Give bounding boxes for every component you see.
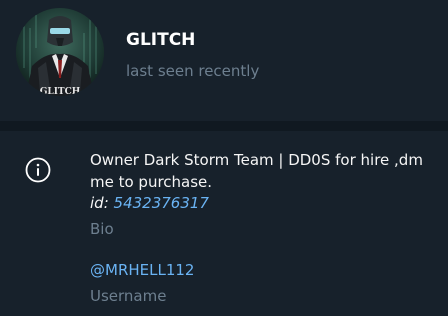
username-caption: Username <box>90 287 167 305</box>
username-link[interactable]: @MRHELL112 <box>90 261 194 279</box>
bio-text: Owner Dark Storm Team | DD0S for hire ,d… <box>90 151 423 191</box>
section-divider <box>0 121 448 131</box>
bio-caption: Bio <box>90 220 114 238</box>
id-value-link[interactable]: 5432376317 <box>114 194 209 212</box>
avatar-image: GLITCH <box>16 8 104 96</box>
profile-name: GLITCH <box>126 30 196 50</box>
info-circle-icon <box>24 156 52 184</box>
user-id-line: id: 5432376317 <box>90 194 209 212</box>
profile-header: GLITCH GLITCH last seen recently <box>0 0 448 120</box>
avatar[interactable]: GLITCH <box>16 8 104 96</box>
avatar-caption: GLITCH <box>40 87 81 96</box>
last-seen-status: last seen recently <box>126 62 260 80</box>
id-label: id: <box>90 194 109 212</box>
